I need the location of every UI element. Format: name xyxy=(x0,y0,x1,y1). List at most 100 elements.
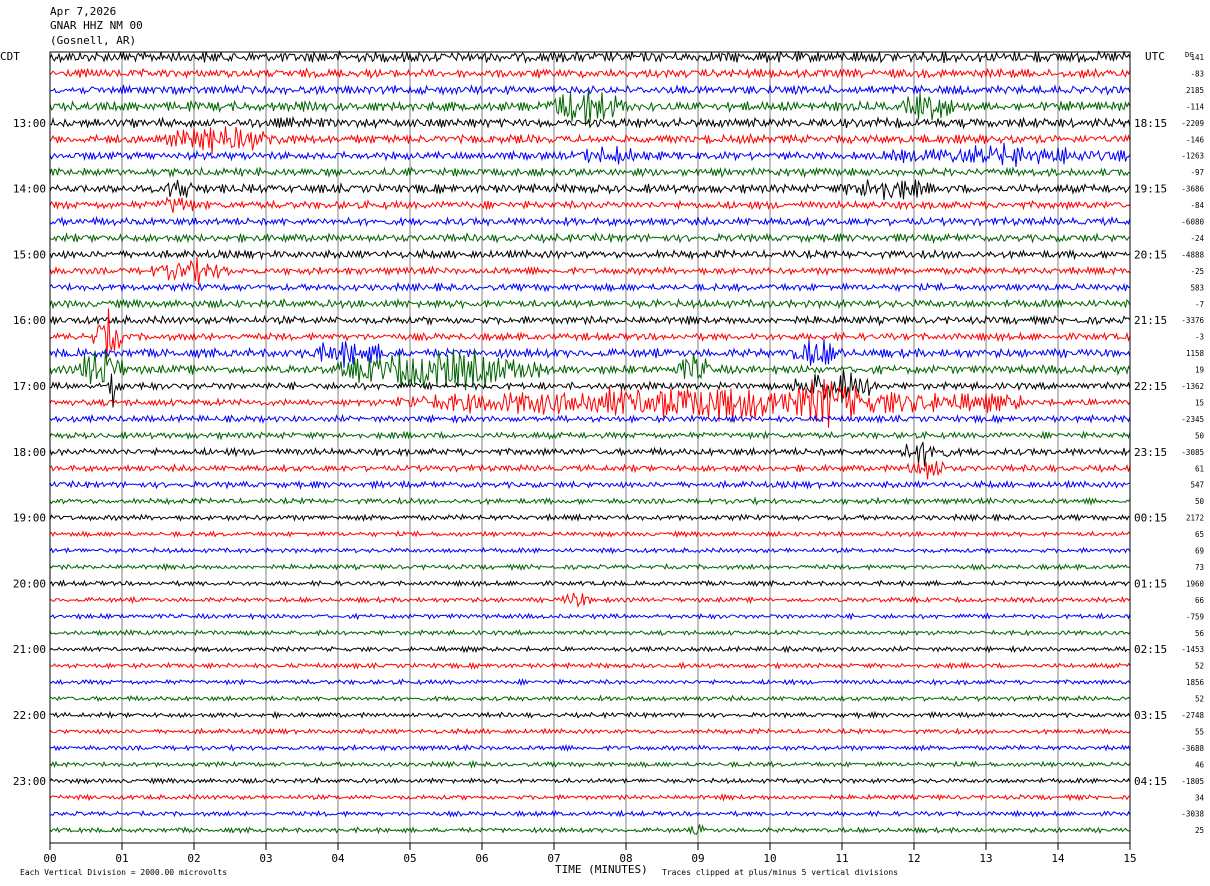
utc-hour-label: 18:15 xyxy=(1134,117,1167,130)
cdt-hour-label: 21:00 xyxy=(13,643,46,656)
trace-row xyxy=(49,430,1131,441)
x-tick-label: 06 xyxy=(475,852,488,865)
x-tick-label: 04 xyxy=(331,852,345,865)
dc-offset-label: -83 xyxy=(1190,69,1204,78)
trace-row xyxy=(49,297,1131,310)
dc-offset-label: -2345 xyxy=(1181,415,1204,424)
clip-note: Traces clipped at plus/minus 5 vertical … xyxy=(662,868,898,877)
trace-row xyxy=(49,232,1131,245)
x-tick-label: 15 xyxy=(1123,852,1136,865)
dc-offset-label: 1960 xyxy=(1186,579,1205,588)
dc-offset-label: -2209 xyxy=(1181,119,1204,128)
utc-hour-label: 20:15 xyxy=(1134,248,1167,261)
trace-row xyxy=(49,727,1131,736)
cdt-hour-label: 16:00 xyxy=(13,314,46,327)
trace-row xyxy=(49,89,1131,126)
dc-offset-label: 547 xyxy=(1190,481,1204,490)
utc-hour-label: 19:15 xyxy=(1134,183,1167,196)
cdt-hour-label: 14:00 xyxy=(13,183,46,196)
trace-row xyxy=(49,126,1131,155)
x-tick-label: 11 xyxy=(835,852,848,865)
dc-offset-label: 65 xyxy=(1195,530,1204,539)
cdt-label: CDT xyxy=(0,50,20,63)
dc-offset-label: -6080 xyxy=(1181,218,1204,227)
cdt-hour-label: 22:00 xyxy=(13,709,46,722)
trace-row xyxy=(49,677,1131,687)
trace-row xyxy=(49,612,1131,621)
dc-offset-label: -7 xyxy=(1195,300,1204,309)
cdt-hour-labels: 13:00 14:00 15:00 16:00 17:00 18:00 19:00 20:00… xyxy=(13,117,46,788)
cdt-hour-label: 19:00 xyxy=(13,512,46,525)
dc-offset-label: -24 xyxy=(1190,234,1204,243)
trace-row xyxy=(49,215,1131,228)
utc-hour-labels: 18:15 19:15 20:15 21:15 22:15 23:15 00:15 01:15… xyxy=(1134,117,1167,788)
dc-offset-label: 52 xyxy=(1195,695,1204,704)
trace-row xyxy=(49,413,1131,425)
dc-offset-label: -1362 xyxy=(1181,382,1204,391)
dc-offset-label: -1263 xyxy=(1181,152,1204,161)
x-tick-label: 00 xyxy=(43,852,56,865)
x-tick-label: 12 xyxy=(907,852,920,865)
dc-offset-label: -146 xyxy=(1186,135,1205,144)
x-tick-label: 14 xyxy=(1051,852,1065,865)
trace-row xyxy=(49,314,1131,327)
x-tick-label: 10 xyxy=(763,852,776,865)
cdt-hour-label: 18:00 xyxy=(13,446,46,459)
scale-note: Each Vertical Division = 2000.00 microvo… xyxy=(20,868,227,877)
x-tick-label: 09 xyxy=(691,852,704,865)
dc-offset-label: -759 xyxy=(1186,612,1204,621)
utc-hour-label: 01:15 xyxy=(1134,577,1167,590)
trace-row xyxy=(49,546,1131,555)
dc-offset-label: 1856 xyxy=(1186,678,1205,687)
trace-row xyxy=(49,776,1131,785)
seismic-traces xyxy=(49,49,1131,836)
cdt-hour-label: 15:00 xyxy=(13,248,46,261)
dc-offset-label: -3688 xyxy=(1181,744,1204,753)
dc-offset-label: -84 xyxy=(1190,201,1204,210)
dc-offset-label: -97 xyxy=(1190,168,1204,177)
dc-offset-label: -3038 xyxy=(1181,810,1204,819)
utc-hour-label: 03:15 xyxy=(1134,709,1167,722)
trace-row xyxy=(49,579,1131,588)
dc-offset-label: 2185 xyxy=(1186,86,1204,95)
dc-offset-label: 583 xyxy=(1190,283,1204,292)
trace-row xyxy=(49,257,1131,285)
x-tick-label: 01 xyxy=(115,852,128,865)
dc-offset-label: -25 xyxy=(1190,267,1204,276)
dc-offset-label: 46 xyxy=(1195,760,1205,769)
dc-offset-label: -3 xyxy=(1195,333,1204,342)
utc-hour-label: 02:15 xyxy=(1134,643,1167,656)
utc-hour-label: 22:15 xyxy=(1134,380,1167,393)
dc-offset-label: -3686 xyxy=(1181,185,1204,194)
dc-offset-label: 73 xyxy=(1195,563,1204,572)
trace-row xyxy=(49,710,1131,720)
trace-row xyxy=(49,460,1131,480)
trace-row xyxy=(49,281,1131,293)
x-axis-ticks: 00 01 02 03 04 05 06 07 08 09 10 11 12 13 14 15 xyxy=(43,843,1137,865)
x-axis-label: TIME (MINUTES) xyxy=(555,863,648,876)
x-tick-label: 13 xyxy=(979,852,992,865)
dc-offset-label: -114 xyxy=(1186,102,1205,111)
dc-offset-label: 50 xyxy=(1195,431,1205,440)
x-tick-label: 02 xyxy=(187,852,200,865)
utc-label: UTC xyxy=(1145,50,1165,63)
dc-offset-label: 2172 xyxy=(1186,514,1204,523)
dc-offset-label: -1453 xyxy=(1181,645,1204,654)
dc-offset-label: 15 xyxy=(1195,398,1204,407)
dc-offset-label: -2748 xyxy=(1181,711,1204,720)
dc-offset-label: 66 xyxy=(1195,596,1205,605)
dc-offset-label: 61 xyxy=(1195,464,1204,473)
dc-offset-label: -3376 xyxy=(1181,316,1204,325)
cdt-hour-label: 13:00 xyxy=(13,117,46,130)
trace-row xyxy=(50,592,1131,609)
dc-offset-label: -4888 xyxy=(1181,250,1204,259)
trace-row xyxy=(49,196,1131,213)
trace-row xyxy=(49,248,1131,261)
trace-row xyxy=(49,513,1131,523)
trace-row xyxy=(49,166,1131,179)
dc-offset-label: 19 xyxy=(1195,366,1204,375)
cdt-hour-label: 17:00 xyxy=(13,380,46,393)
trace-row xyxy=(49,759,1131,769)
utc-hour-label: 04:15 xyxy=(1134,775,1167,788)
utc-hour-label: 21:15 xyxy=(1134,314,1167,327)
